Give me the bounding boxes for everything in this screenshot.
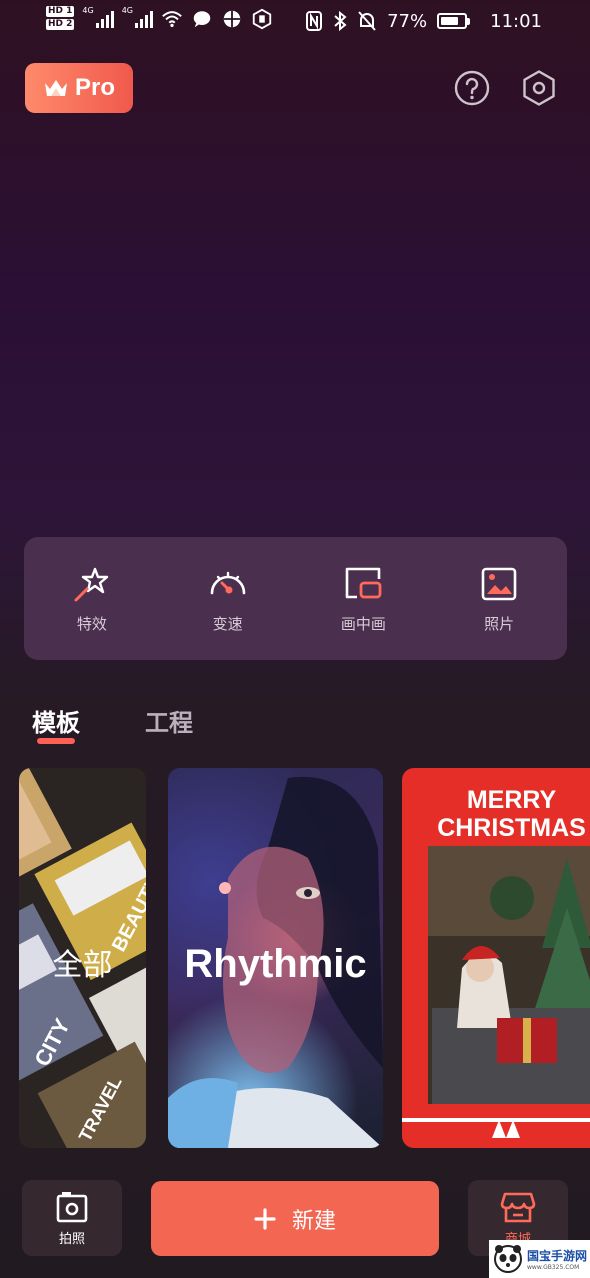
picture-in-picture-icon	[346, 567, 382, 599]
speedometer-icon	[210, 571, 245, 595]
store-icon	[500, 1192, 536, 1223]
template-card-all[interactable]: BEAUTY CITY TRAVEL 全部	[19, 768, 146, 1148]
new-label: 新建	[291, 1208, 336, 1234]
tool-label: 画中画	[340, 615, 386, 633]
tab-projects[interactable]: 工程	[145, 703, 193, 738]
tool-picture-in-picture[interactable]: 画中画	[296, 537, 432, 660]
watermark-url: www.GB325.COM	[527, 1264, 580, 1271]
template-card-rhythmic[interactable]: Rhythmic	[168, 768, 383, 1148]
status-bar: HD 1 HD 2 4G 4G 77% 11:01	[0, 0, 590, 44]
status-left: HD 1 HD 2 4G 4G	[46, 6, 273, 30]
plus-icon	[254, 1207, 276, 1230]
help-icon[interactable]	[453, 69, 491, 107]
tool-effects[interactable]: 特效	[24, 537, 160, 660]
hd1-badge: HD 1	[46, 6, 75, 17]
wifi-icon	[162, 11, 182, 28]
card-title-rhythmic: Rhythmic	[184, 942, 367, 986]
message-icon	[193, 11, 211, 28]
card-title-christmas: MERRY CHRISTMAS	[437, 786, 586, 842]
app-notification-icon	[223, 10, 241, 28]
new-project-button[interactable]: 新建	[151, 1181, 439, 1256]
capture-button[interactable]: 拍照	[22, 1180, 122, 1256]
signal-icon-2: 4G	[122, 6, 153, 28]
pro-label: Pro	[74, 74, 115, 101]
pro-button[interactable]: Pro	[25, 63, 133, 113]
hd-indicators: HD 1 HD 2	[46, 6, 75, 30]
nfc-icon	[306, 11, 323, 31]
settings-icon[interactable]	[520, 69, 558, 107]
tool-photo[interactable]: 照片	[431, 537, 567, 660]
panda-logo-icon	[494, 1245, 522, 1273]
tool-speed[interactable]: 变速	[160, 537, 296, 660]
battery-percent: 77%	[387, 10, 428, 32]
tools-panel: 特效 变速 画中画 照片	[24, 537, 567, 660]
hd2-badge: HD 2	[46, 19, 75, 30]
clock: 11:01	[490, 10, 542, 32]
camera-frame-icon	[56, 1192, 88, 1223]
bluetooth-icon	[334, 10, 347, 32]
tab-underline	[37, 738, 75, 744]
status-right: 77% 11:01	[305, 10, 542, 32]
photo-icon	[481, 567, 517, 601]
watermark-text: 国宝手游网	[527, 1249, 588, 1263]
watermark: 国宝手游网 www.GB325.COM	[489, 1240, 590, 1278]
hexagon-notification-icon	[252, 8, 272, 30]
tool-label: 变速	[212, 615, 243, 633]
tool-label: 特效	[76, 615, 107, 633]
tool-label: 照片	[484, 615, 515, 633]
tab-templates[interactable]: 模板	[32, 703, 80, 738]
magic-star-icon	[74, 567, 109, 602]
crown-icon	[44, 80, 67, 96]
battery-icon	[437, 13, 471, 29]
template-card-christmas[interactable]: MERRY CHRISTMAS	[402, 768, 590, 1148]
card-title-all: 全部	[52, 948, 113, 983]
signal-icon-1: 4G	[82, 6, 114, 28]
mute-bell-icon	[358, 11, 376, 31]
capture-label: 拍照	[58, 1232, 85, 1247]
